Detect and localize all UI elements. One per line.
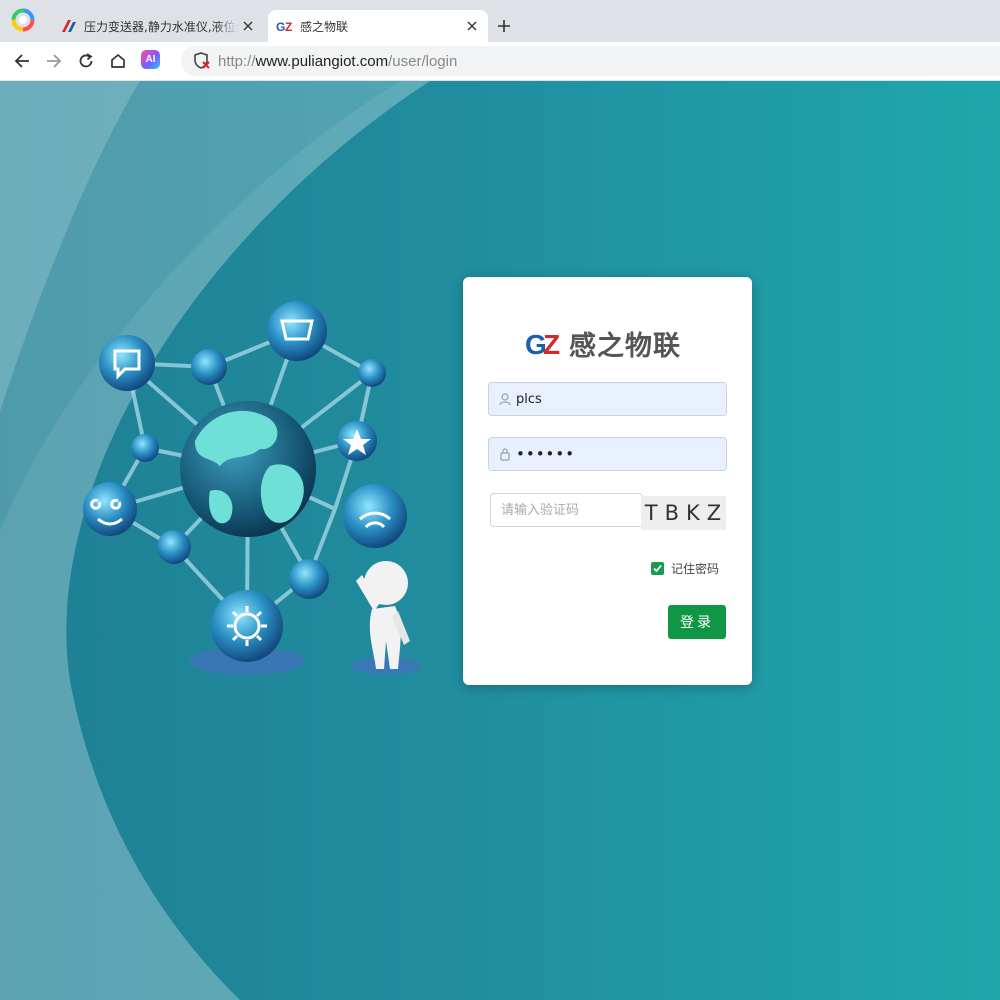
remember-password[interactable]: 记住密码 bbox=[651, 560, 719, 577]
browser-logo-icon[interactable] bbox=[11, 8, 35, 32]
tab-pressure-transmitter[interactable]: 压力变送器,静力水准仪,液位传感器 bbox=[52, 10, 264, 42]
captcha-image[interactable]: TBKZ bbox=[641, 496, 726, 530]
lock-icon bbox=[500, 448, 510, 461]
home-button[interactable] bbox=[106, 49, 130, 73]
svg-text:Z: Z bbox=[543, 329, 560, 357]
browser-toolbar: AI http://www.puliangiot.com/user/login bbox=[0, 42, 1000, 81]
insecure-shield-icon[interactable] bbox=[192, 51, 212, 71]
home-icon bbox=[111, 54, 125, 68]
login-button[interactable]: 登录 bbox=[668, 605, 726, 639]
brand-name: 感之物联 bbox=[569, 330, 681, 362]
reload-button[interactable] bbox=[74, 49, 98, 73]
brand-logo: G Z bbox=[525, 329, 560, 357]
arrow-right-icon bbox=[47, 54, 62, 68]
username-field[interactable] bbox=[488, 382, 727, 416]
username-input[interactable] bbox=[516, 391, 706, 407]
remember-checkbox[interactable] bbox=[651, 562, 664, 575]
brand: G Z 感之物联 bbox=[525, 327, 681, 362]
user-icon bbox=[499, 393, 511, 406]
new-tab-button[interactable] bbox=[492, 14, 516, 38]
browser-tab-bar: 压力变送器,静力水准仪,液位传感器 G Z 感之物联 bbox=[0, 0, 1000, 42]
password-field[interactable] bbox=[488, 437, 727, 471]
close-icon[interactable] bbox=[238, 16, 258, 36]
password-input[interactable] bbox=[516, 445, 706, 463]
plus-icon bbox=[498, 20, 510, 32]
url-path: /user/login bbox=[388, 52, 458, 70]
svg-text:G: G bbox=[276, 20, 285, 33]
reload-icon bbox=[79, 53, 93, 68]
captcha-input[interactable] bbox=[490, 493, 643, 527]
tab-title: 感之物联 bbox=[300, 19, 349, 34]
ai-assistant-button[interactable]: AI bbox=[141, 50, 160, 69]
url-text[interactable]: http://www.puliangiot.com/user/login bbox=[218, 53, 457, 70]
svg-text:Z: Z bbox=[285, 20, 292, 33]
arrow-left-icon bbox=[14, 54, 29, 68]
remember-label: 记住密码 bbox=[671, 562, 720, 576]
url-host: www.puliangiot.com bbox=[255, 52, 389, 70]
back-button[interactable] bbox=[10, 49, 34, 73]
login-card: G Z 感之物联 TBKZ 记住密码 bbox=[463, 277, 752, 685]
url-scheme: http:// bbox=[218, 52, 256, 70]
close-icon[interactable] bbox=[462, 16, 482, 36]
forward-button[interactable] bbox=[42, 49, 66, 73]
tab-title: 压力变送器,静力水准仪,液位传感器 bbox=[84, 19, 238, 34]
iot-network-illustration bbox=[83, 301, 421, 675]
tab-login[interactable]: G Z 感之物联 bbox=[268, 10, 488, 42]
site-favicon-icon bbox=[62, 20, 76, 32]
address-bar[interactable]: http://www.puliangiot.com/user/login bbox=[181, 46, 1000, 76]
gz-favicon-icon: G Z bbox=[276, 20, 292, 33]
check-icon bbox=[653, 564, 662, 573]
login-page: G Z 感之物联 TBKZ 记住密码 bbox=[0, 81, 1000, 1000]
